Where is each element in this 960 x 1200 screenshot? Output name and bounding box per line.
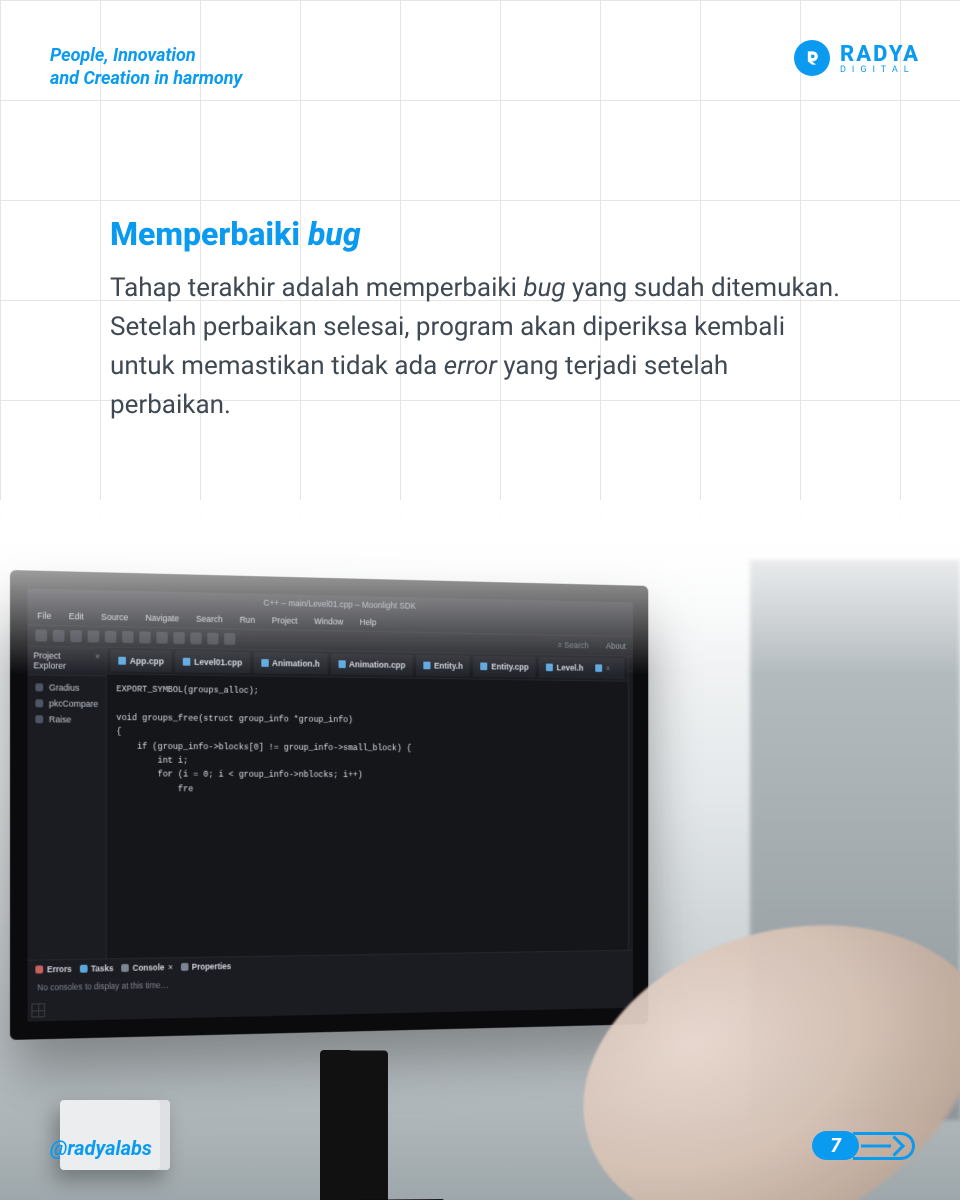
page: People, Innovation and Creation in harmo… [0,0,960,1200]
tab-label: Entity.cpp [491,662,529,672]
editor-tab: App.cpp [111,650,172,673]
project-item: Gradius [28,679,106,696]
social-handle: @radyalabs [50,1136,152,1160]
editor: App.cpp Level01.cpp Animation.h Animatio… [107,648,628,959]
editor-tab: Level01.cpp [175,651,249,674]
brand-name: RADYA [840,42,920,67]
toolbar-icon [224,633,235,645]
tagline-line-2: and Creation in harmony [50,68,242,89]
explorer-title-text: Project Explorer [33,650,95,671]
bottom-tab-tasks: Tasks [79,963,113,974]
toolbar-icon [122,631,133,643]
tab-label: Animation.h [272,658,320,668]
menu-item: Edit [69,611,84,621]
close-icon: × [95,651,100,671]
code-area: EXPORT_SYMBOL(groups_alloc); void groups… [107,674,628,804]
toolbar-icon [156,632,167,644]
toolbar-icon [35,629,47,641]
monitor-stand [320,1050,388,1200]
body-seg-1: Tahap terakhir adalah memperbaiki [110,273,523,303]
bottom-tab-label: Properties [192,961,231,971]
body-paragraph: Tahap terakhir adalah memperbaiki bug ya… [110,269,850,425]
brand-logo: RADYA DIGITAL [794,40,920,76]
heading-italic: bug [308,215,361,253]
menu-item: Search [196,614,223,624]
editor-tab: Level.h × [539,657,624,679]
tagline-line-1: People, Innovation [50,45,196,66]
toolbar-icon [53,630,65,642]
menu-item: Help [360,617,377,627]
editor-tab: Entity.h [416,655,470,677]
toolbar-icon [70,630,82,642]
toolbar-about: About [606,641,626,651]
toolbar-search: ⌕ Search [558,640,589,651]
toolbar-icon [190,632,201,644]
tab-label: App.cpp [130,656,164,666]
heading: Memperbaiki bug [110,215,850,253]
tagline: People, Innovation and Creation in harmo… [50,45,242,90]
brand-logo-icon [794,40,830,76]
outline-item: Level : GetTile(int, int) [630,741,633,762]
toolbar-search-label: Search [564,640,589,650]
page-number: 7 [812,1131,859,1160]
tab-label: Entity.h [434,661,463,671]
heading-text: Memperbaiki [110,215,308,253]
toolbar-icon [139,631,150,643]
outline-item: Level : GetTile(int, int) [630,761,633,782]
monitor: C++ – main/Level01.cpp – Moonlight SDK F… [10,570,648,1040]
main-content: Memperbaiki bug Tahap terakhir adalah me… [110,215,850,425]
tab-label: Level01.cpp [194,657,242,668]
body-italic-1: bug [523,273,565,303]
project-explorer: Project Explorer× Gradius pkcCompare Rai… [28,646,107,959]
ide-body: Project Explorer× Gradius pkcCompare Rai… [28,646,633,959]
bottom-tab-properties: Properties [180,961,231,972]
menu-item: Window [314,616,343,626]
project-item: pkcCompare [28,695,106,712]
close-icon: × [589,660,618,675]
editor-tab: Animation.cpp [331,653,413,675]
pager: 7 [812,1131,915,1160]
bottom-panel: Errors Tasks Console × Properties No con… [28,950,633,1022]
ide-screen: C++ – main/Level01.cpp – Moonlight SDK F… [28,588,633,1021]
bottom-tab-label: Console [133,962,165,972]
menu-item: Run [240,615,255,625]
menu-item: Source [101,612,128,622]
project-item: Raise [28,711,106,728]
bottom-tab-label: Tasks [91,963,114,973]
bottom-tab-errors: Errors [35,964,71,975]
editor-tab: Animation.h [254,652,328,674]
photo-scene: C++ – main/Level01.cpp – Moonlight SDK F… [0,520,960,1200]
bottom-tab-label: Errors [47,964,72,974]
body-italic-2: error [444,351,497,381]
menu-item: Navigate [146,613,180,624]
outline-panel: ◦ Outline × Make Target Level.h Level : … [627,656,633,949]
outline-item: Level : OnRender(SDL_Re… [630,720,633,741]
brand-logo-text: RADYA DIGITAL [840,42,920,75]
toolbar-icon [207,633,218,645]
toolbar-icon [173,632,184,644]
outline-tabs: ◦ Outline × Make Target [628,656,633,672]
grid-icon [31,1003,45,1017]
menu-item: File [37,611,51,621]
tab-label: Level.h [557,663,584,673]
tab-label: Animation.cpp [349,659,405,669]
editor-tab: Entity.cpp [473,656,535,678]
toolbar-icon [88,630,100,642]
next-arrow-icon [853,1132,915,1160]
toolbar-icon [105,631,116,643]
menu-item: Project [272,615,298,625]
explorer-title: Project Explorer× [28,646,106,676]
brand-sub: DIGITAL [840,65,920,75]
outline-item: Level : OnLoad(char*) [630,699,633,720]
bottom-tab-console: Console × [121,962,173,973]
